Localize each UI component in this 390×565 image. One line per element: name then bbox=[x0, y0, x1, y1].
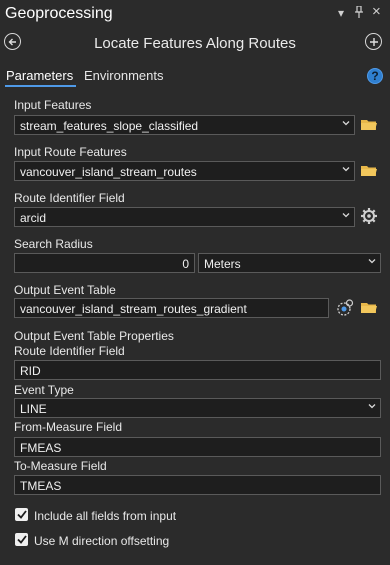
route-id-dropdown[interactable]: arcid bbox=[14, 207, 355, 227]
event-type-dropdown[interactable]: LINE bbox=[14, 398, 381, 418]
gear-icon[interactable] bbox=[360, 207, 378, 225]
input-features-label: Input Features bbox=[14, 98, 92, 112]
include-all-fields-checkbox[interactable] bbox=[15, 508, 28, 521]
tab-environments[interactable]: Environments bbox=[84, 68, 163, 83]
output-table-input[interactable]: vancouver_island_stream_routes_gradient bbox=[14, 298, 329, 318]
tab-parameters[interactable]: Parameters bbox=[6, 68, 73, 83]
plus-icon[interactable] bbox=[365, 33, 382, 50]
input-routes-value: vancouver_island_stream_routes bbox=[20, 165, 197, 179]
checkmark-icon bbox=[16, 510, 27, 519]
input-features-dropdown[interactable]: stream_features_slope_classified bbox=[14, 115, 355, 135]
browse-folder-icon[interactable] bbox=[361, 302, 377, 314]
pin-icon[interactable] bbox=[354, 5, 364, 21]
tab-bar: Parameters Environments bbox=[0, 64, 390, 92]
input-routes-dropdown[interactable]: vancouver_island_stream_routes bbox=[14, 161, 355, 181]
pane-title: Geoprocessing bbox=[5, 5, 113, 22]
route-id-label: Route Identifier Field bbox=[14, 191, 125, 205]
to-measure-label: To-Measure Field bbox=[14, 459, 107, 473]
to-measure-input[interactable]: TMEAS bbox=[14, 475, 381, 495]
close-icon[interactable]: × bbox=[372, 3, 381, 20]
include-all-fields-label: Include all fields from input bbox=[34, 509, 177, 523]
event-type-label: Event Type bbox=[14, 383, 74, 397]
m-direction-offset-checkbox[interactable] bbox=[15, 533, 28, 546]
pane-options-icon[interactable]: ▾ bbox=[338, 6, 344, 20]
chevron-down-icon bbox=[368, 404, 376, 409]
chevron-down-icon bbox=[342, 213, 350, 218]
search-radius-input[interactable]: 0 bbox=[14, 253, 195, 273]
from-measure-input[interactable]: FMEAS bbox=[14, 437, 381, 457]
chevron-down-icon bbox=[342, 121, 350, 126]
search-radius-unit-value: Meters bbox=[204, 257, 241, 271]
event-route-id-label: Route Identifier Field bbox=[14, 344, 125, 358]
output-table-label: Output Event Table bbox=[14, 283, 116, 297]
m-direction-offset-label: Use M direction offsetting bbox=[34, 534, 170, 548]
search-radius-label: Search Radius bbox=[14, 237, 93, 251]
event-properties-heading: Output Event Table Properties bbox=[14, 329, 174, 343]
output-location-icon[interactable] bbox=[336, 299, 354, 317]
pane-titlebar: Geoprocessing ▾ × bbox=[0, 0, 390, 30]
tool-title: Locate Features Along Routes bbox=[94, 35, 296, 52]
pin-icon-svg bbox=[355, 5, 363, 18]
event-route-id-input[interactable]: RID bbox=[14, 360, 381, 380]
input-routes-label: Input Route Features bbox=[14, 145, 127, 159]
browse-folder-icon[interactable] bbox=[361, 165, 377, 177]
chevron-down-icon bbox=[342, 167, 350, 172]
active-tab-indicator bbox=[5, 85, 76, 87]
checkmark-icon bbox=[16, 535, 27, 544]
search-radius-unit-dropdown[interactable]: Meters bbox=[198, 253, 381, 273]
input-features-value: stream_features_slope_classified bbox=[20, 119, 199, 133]
tool-header: Locate Features Along Routes bbox=[0, 30, 390, 58]
browse-folder-icon[interactable] bbox=[361, 119, 377, 131]
chevron-down-icon bbox=[368, 259, 376, 264]
route-id-value: arcid bbox=[20, 211, 47, 225]
event-type-value: LINE bbox=[20, 402, 47, 416]
from-measure-label: From-Measure Field bbox=[14, 420, 123, 434]
help-icon[interactable]: ? bbox=[367, 68, 383, 84]
